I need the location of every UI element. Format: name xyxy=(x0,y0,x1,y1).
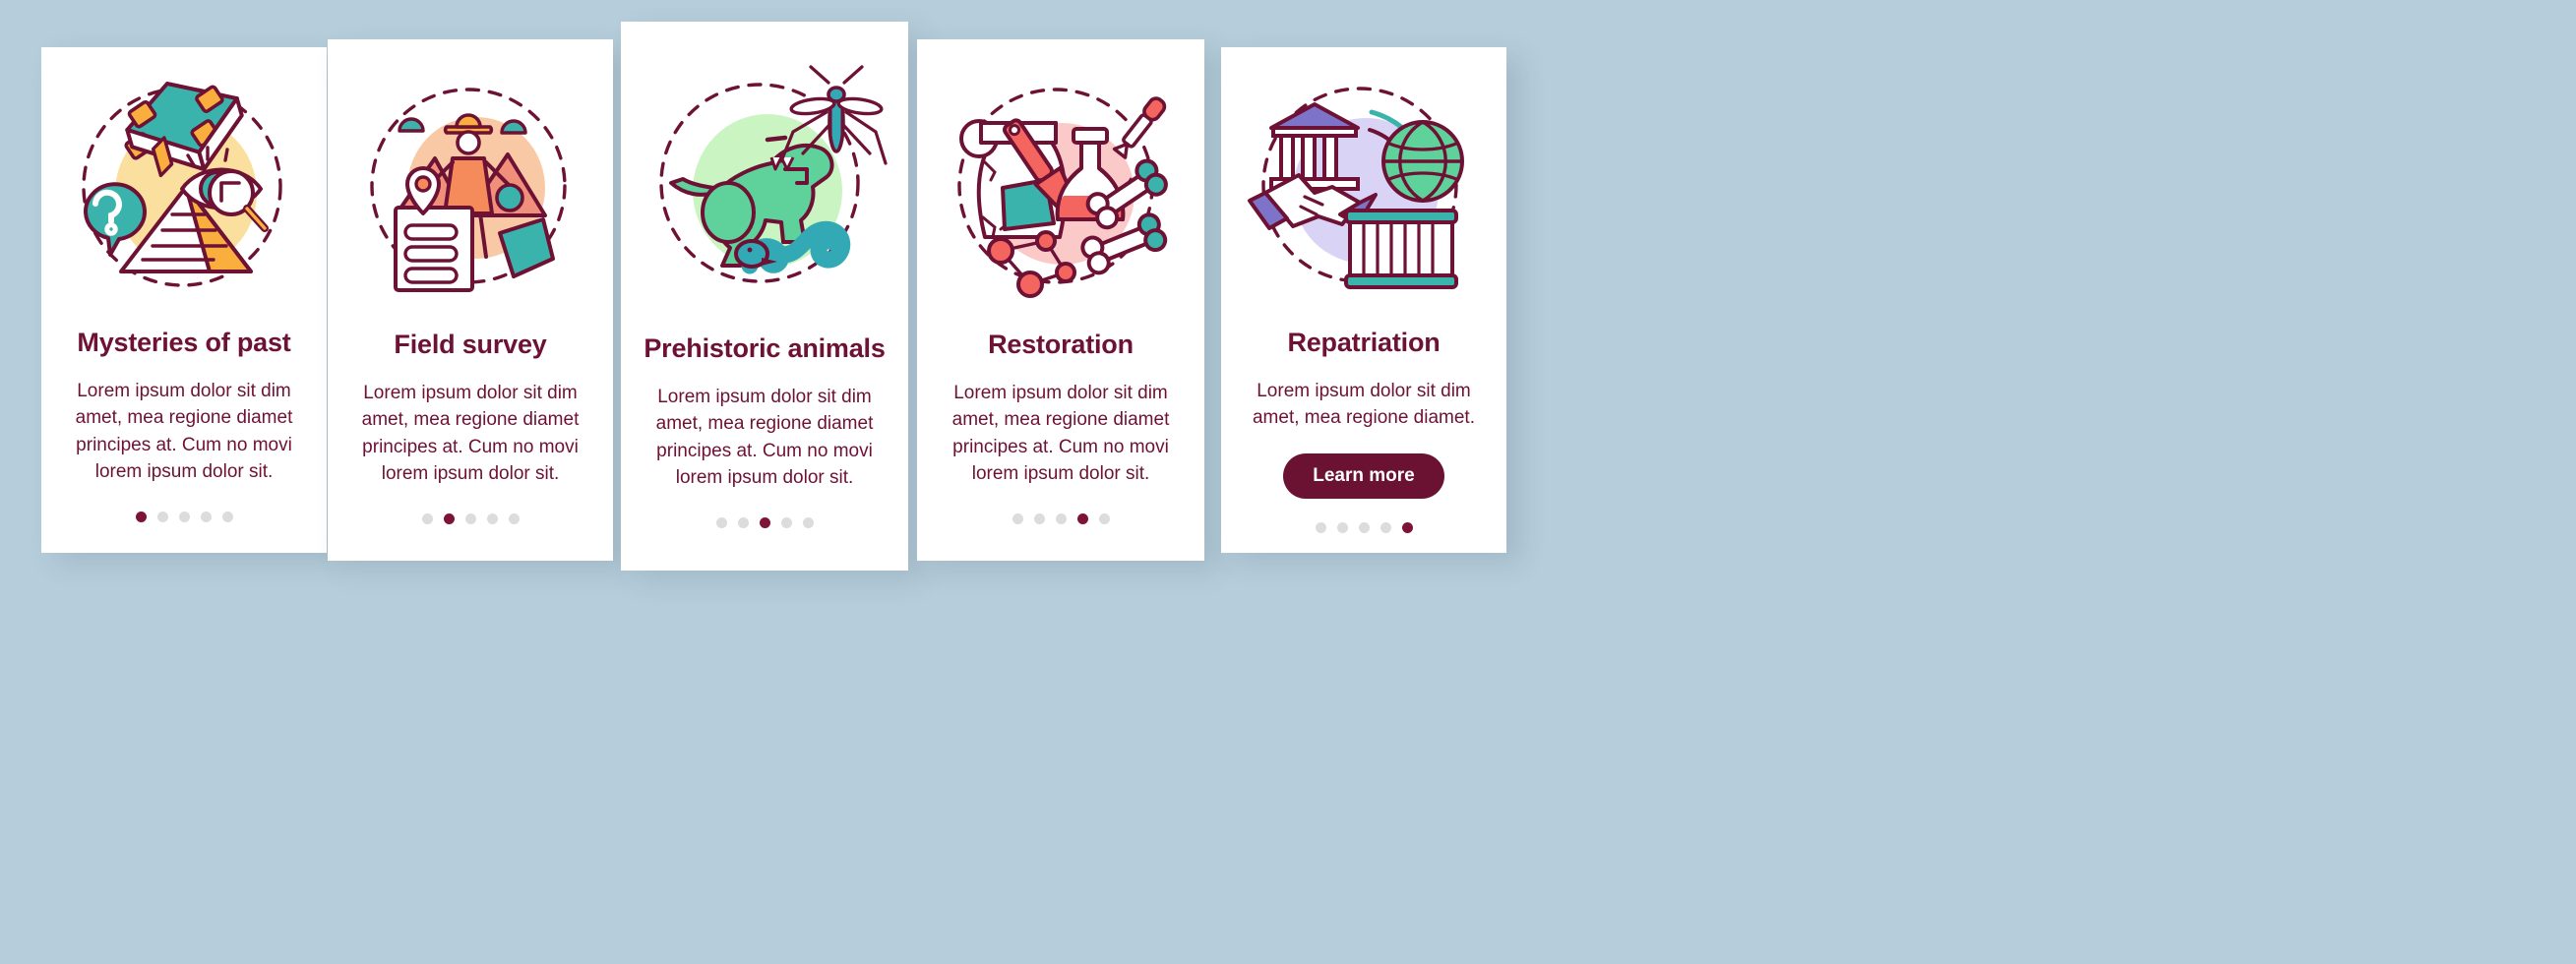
card-body-text: Lorem ipsum dolor sit dim amet, mea regi… xyxy=(361,382,580,485)
pagination-dot-5[interactable] xyxy=(802,516,814,528)
pagination-dot-1[interactable] xyxy=(1012,512,1023,524)
illustration-repatriation xyxy=(1221,57,1506,323)
pagination-dot-1[interactable] xyxy=(1315,521,1326,533)
pagination-dot-5[interactable] xyxy=(1098,512,1110,524)
museum-handshake-globe-crate-icon xyxy=(1248,87,1464,289)
pagination-dot-1[interactable] xyxy=(715,516,727,528)
pagination-dot-2[interactable] xyxy=(156,511,168,522)
onboarding-screens: Mysteries of past Lorem ipsum dolor sit … xyxy=(0,0,2576,964)
book-question-pyramid-magnifier-icon xyxy=(82,81,282,287)
card-body-text: Lorem ipsum dolor sit dim amet, mea regi… xyxy=(655,386,874,489)
pagination-dots[interactable] xyxy=(421,512,520,524)
illustration-mysteries-of-past xyxy=(41,57,327,323)
pagination-dot-3[interactable] xyxy=(464,512,476,524)
vase-brush-flask-bones-icon xyxy=(957,88,1168,298)
pagination-dot-5[interactable] xyxy=(1401,521,1413,533)
onboarding-card-restoration[interactable]: Restoration Lorem ipsum dolor sit dim am… xyxy=(917,39,1204,561)
card-title: Prehistoric animals xyxy=(644,333,886,363)
pagination-dot-2[interactable] xyxy=(1336,521,1348,533)
pagination-dots[interactable] xyxy=(135,511,233,522)
pagination-dot-3[interactable] xyxy=(1358,521,1370,533)
pagination-dot-3[interactable] xyxy=(178,511,190,522)
pagination-dot-2[interactable] xyxy=(1033,512,1045,524)
card-body-text: Lorem ipsum dolor sit dim amet, mea regi… xyxy=(951,382,1170,485)
onboarding-card-prehistoric-animals[interactable]: Prehistoric animals Lorem ipsum dolor si… xyxy=(621,22,908,571)
onboarding-card-mysteries-of-past[interactable]: Mysteries of past Lorem ipsum dolor sit … xyxy=(41,47,327,553)
explorer-map-clipboard-icon xyxy=(370,88,567,292)
card-title: Repatriation xyxy=(1287,328,1441,357)
card-body-text: Lorem ipsum dolor sit dim amet, mea regi… xyxy=(1252,380,1475,429)
pagination-dot-1[interactable] xyxy=(135,511,147,522)
pagination-dot-5[interactable] xyxy=(508,512,520,524)
pagination-dot-2[interactable] xyxy=(443,512,455,524)
pagination-dots[interactable] xyxy=(1315,521,1413,533)
card-title: Field survey xyxy=(394,330,547,359)
pagination-dots[interactable] xyxy=(1012,512,1110,524)
pagination-dot-3[interactable] xyxy=(1055,512,1067,524)
card-body-text: Lorem ipsum dolor sit dim amet, mea regi… xyxy=(75,380,293,483)
learn-more-button[interactable]: Learn more xyxy=(1283,452,1444,499)
onboarding-card-repatriation[interactable]: Repatriation Lorem ipsum dolor sit dim a… xyxy=(1221,47,1506,553)
pagination-dot-4[interactable] xyxy=(1076,512,1088,524)
illustration-restoration xyxy=(917,57,1204,325)
illustration-prehistoric-animals xyxy=(621,47,908,329)
pagination-dot-3[interactable] xyxy=(759,516,770,528)
pagination-dot-4[interactable] xyxy=(1380,521,1391,533)
card-title: Restoration xyxy=(988,330,1134,359)
card-title: Mysteries of past xyxy=(77,328,291,357)
pagination-dot-4[interactable] xyxy=(780,516,792,528)
pagination-dot-5[interactable] xyxy=(221,511,233,522)
pagination-dots[interactable] xyxy=(715,516,814,528)
pagination-dot-2[interactable] xyxy=(737,516,749,528)
dinosaur-snake-mosquito-icon xyxy=(659,65,888,283)
illustration-field-survey xyxy=(328,57,613,325)
pagination-dot-4[interactable] xyxy=(486,512,498,524)
pagination-dot-4[interactable] xyxy=(200,511,212,522)
pagination-dot-1[interactable] xyxy=(421,512,433,524)
onboarding-card-field-survey[interactable]: Field survey Lorem ipsum dolor sit dim a… xyxy=(328,39,613,561)
